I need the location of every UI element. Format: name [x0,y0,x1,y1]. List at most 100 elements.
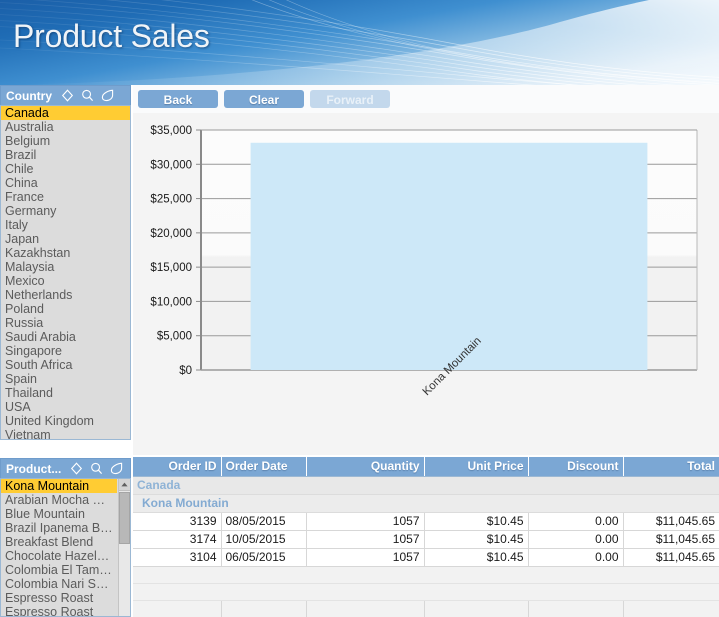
cell-order_id: 3104 [133,549,221,567]
empty-cell [424,584,528,601]
order-details-table-container[interactable]: Order IDOrder DateQuantityUnit PriceDisc… [133,457,719,617]
country-list-item[interactable]: Vietnam [1,428,130,439]
cell-order_id: 3139 [133,513,221,531]
country-list-item[interactable]: Netherlands [1,288,130,302]
column-header-order_id[interactable]: Order ID [133,457,221,477]
empty-cell [133,567,221,584]
cell-order_date: 08/05/2015 [221,513,306,531]
empty-cell [528,567,623,584]
country-list-item[interactable]: USA [1,400,130,414]
country-list-item[interactable]: Chile [1,162,130,176]
product-list-item[interactable]: Colombia El Tam… [1,563,117,577]
product-list[interactable]: Kona MountainArabian Mocha …Blue Mountai… [0,478,131,617]
product-filter-panel: Product... Kona MountainArabian Mocha …B… [0,458,131,617]
product-list-item[interactable]: Kona Mountain [1,479,117,493]
product-list-item[interactable]: Chocolate Hazel… [1,549,117,563]
order-details-table: Order IDOrder DateQuantityUnit PriceDisc… [133,457,719,617]
country-list-item[interactable]: Mexico [1,274,130,288]
search-icon[interactable] [90,462,103,475]
y-axis-tick-label: $0 [179,365,192,377]
empty-cell [424,567,528,584]
product-list-item[interactable]: Blue Mountain [1,507,117,521]
product-list-scrollbar[interactable] [118,479,130,616]
table-row[interactable]: 310406/05/20151057$10.450.00$11,045.65 [133,549,719,567]
cell-quantity: 1057 [306,549,424,567]
table-row[interactable]: 317410/05/20151057$10.450.00$11,045.65 [133,531,719,549]
empty-cell [306,567,424,584]
group-row-level1[interactable]: Canada [133,477,719,495]
column-header-quantity[interactable]: Quantity [306,457,424,477]
page-banner: Product Sales [0,0,719,85]
y-axis-tick-label: $20,000 [150,228,192,240]
table-row[interactable]: 313908/05/20151057$10.450.00$11,045.65 [133,513,719,531]
country-list-item[interactable]: Russia [1,316,130,330]
country-list-item[interactable]: Kazakhstan [1,246,130,260]
group-label: Kona Mountain [133,495,719,513]
country-list-item[interactable]: Brazil [1,148,130,162]
empty-cell [424,601,528,617]
empty-row [133,584,719,601]
country-list-item[interactable]: Australia [1,120,130,134]
product-list-item[interactable]: Colombia Nari S… [1,577,117,591]
country-list-item[interactable]: Spain [1,372,130,386]
scroll-up-arrow-icon[interactable] [119,479,130,491]
country-list[interactable]: CanadaAustraliaBelgiumBrazilChileChinaFr… [0,105,131,440]
product-list-item[interactable]: Espresso Roast [1,591,117,605]
empty-row [133,601,719,617]
country-list-item[interactable]: Italy [1,218,130,232]
group-row-level2[interactable]: Kona Mountain [133,495,719,513]
country-list-item[interactable]: Malaysia [1,260,130,274]
cell-discount: 0.00 [528,513,623,531]
country-list-item[interactable]: Saudi Arabia [1,330,130,344]
empty-cell [133,584,221,601]
cell-quantity: 1057 [306,513,424,531]
y-axis-tick-label: $25,000 [150,194,192,206]
y-axis-tick-label: $10,000 [150,296,192,308]
product-list-item[interactable]: Brazil Ipanema B… [1,521,117,535]
country-list-item[interactable]: Thailand [1,386,130,400]
country-list-item[interactable]: Canada [1,106,130,120]
forward-button: Forward [310,90,390,108]
cell-order_date: 06/05/2015 [221,549,306,567]
y-axis-tick-label: $5,000 [157,331,192,343]
product-list-item[interactable]: Breakfast Blend [1,535,117,549]
column-header-discount[interactable]: Discount [528,457,623,477]
product-list-item[interactable]: Espresso Roast [1,605,117,616]
column-header-order_date[interactable]: Order Date [221,457,306,477]
country-list-item[interactable]: China [1,176,130,190]
empty-cell [306,601,424,617]
country-panel-title: Country [6,89,52,103]
clear-button[interactable]: Clear [224,90,304,108]
bar-1[interactable] [251,143,648,370]
cell-total: $11,045.65 [623,549,719,567]
cell-unit_price: $10.45 [424,531,528,549]
eraser-icon[interactable] [110,462,123,475]
country-list-item[interactable]: South Africa [1,358,130,372]
search-icon[interactable] [81,89,94,102]
chart-canvas: $0$5,000$10,000$15,000$20,000$25,000$30,… [133,113,719,455]
back-button[interactable]: Back [138,90,218,108]
column-header-total[interactable]: Total [623,457,719,477]
sales-bar-chart: $0$5,000$10,000$15,000$20,000$25,000$30,… [133,113,719,455]
country-list-item[interactable]: Germany [1,204,130,218]
product-list-item[interactable]: Arabian Mocha … [1,493,117,507]
empty-cell [528,601,623,617]
country-list-item[interactable]: Poland [1,302,130,316]
country-list-item[interactable]: Belgium [1,134,130,148]
eraser-icon[interactable] [101,89,114,102]
sort-diamond-icon[interactable] [61,89,74,102]
empty-cell [221,567,306,584]
column-header-unit_price[interactable]: Unit Price [424,457,528,477]
y-axis-tick-label: $35,000 [150,125,192,137]
cell-quantity: 1057 [306,531,424,549]
cell-total: $11,045.65 [623,513,719,531]
country-list-item[interactable]: France [1,190,130,204]
sort-diamond-icon[interactable] [70,462,83,475]
country-list-item[interactable]: Japan [1,232,130,246]
country-list-item[interactable]: United Kingdom [1,414,130,428]
cell-unit_price: $10.45 [424,549,528,567]
cell-unit_price: $10.45 [424,513,528,531]
table-header-row: Order IDOrder DateQuantityUnit PriceDisc… [133,457,719,477]
country-list-item[interactable]: Singapore [1,344,130,358]
scrollbar-thumb[interactable] [119,492,130,544]
